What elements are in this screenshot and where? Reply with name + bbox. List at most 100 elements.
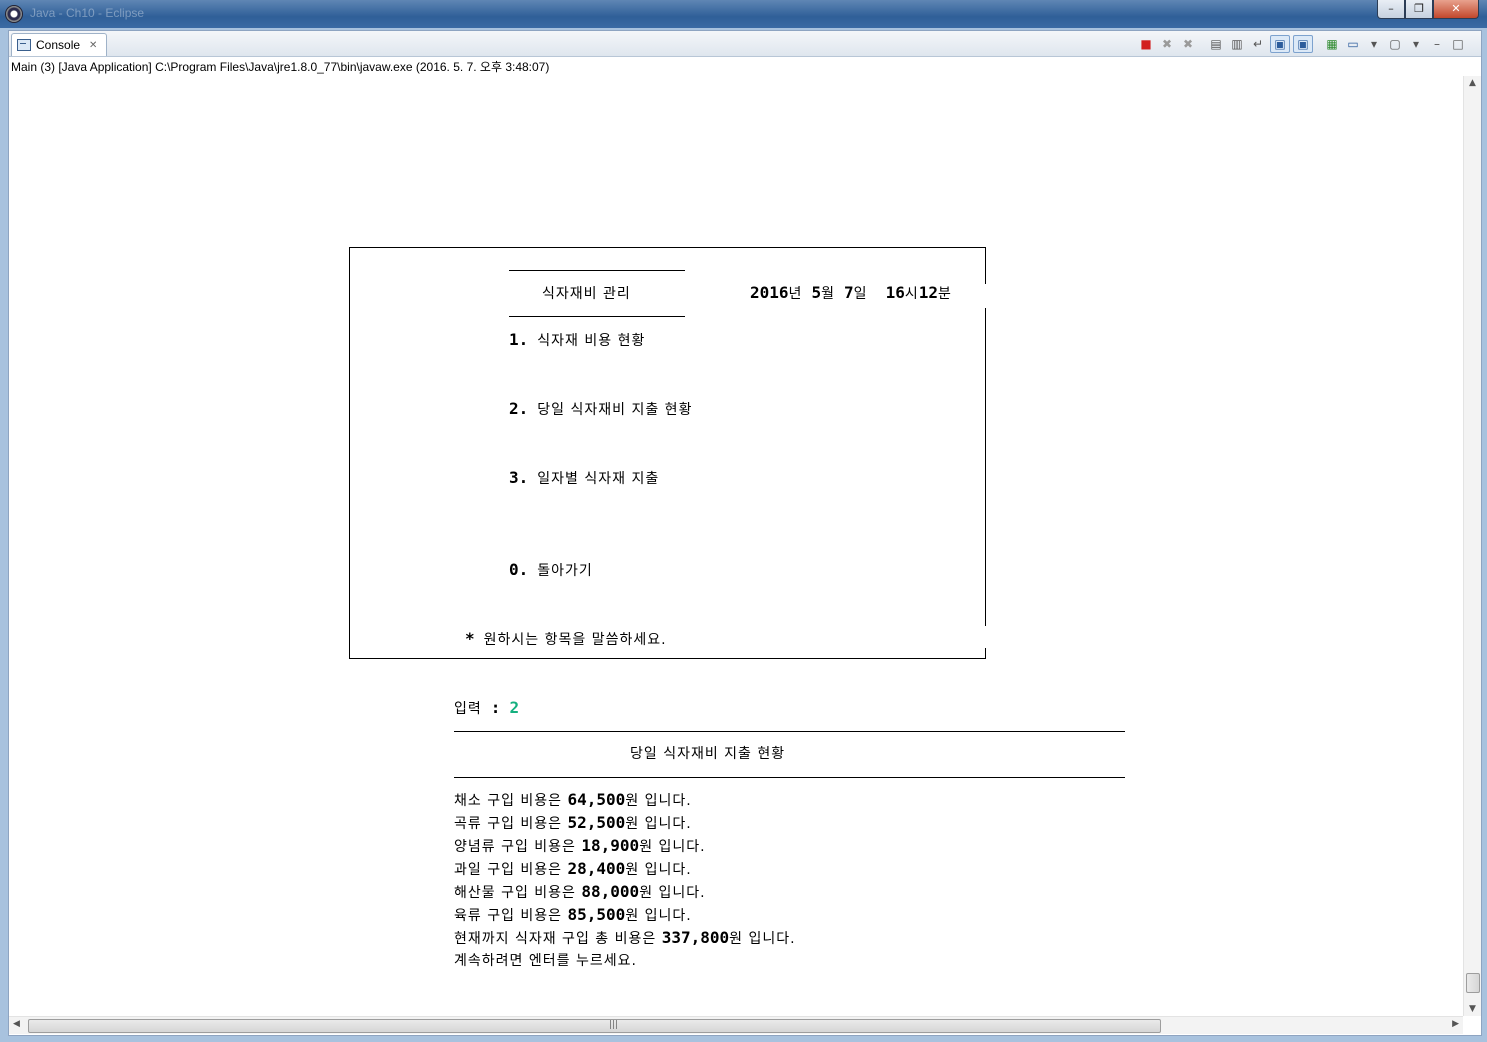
report-line-seasonings: 양념류 구입 비용은 18,900원 입니다.: [454, 836, 706, 857]
clear-console-button[interactable]: ▤: [1207, 36, 1225, 52]
current-datetime: 2016년 5월 7일 16시12분: [750, 283, 952, 304]
tab-console-label: Console: [36, 38, 81, 52]
scroll-down-arrow[interactable]: ▼: [1464, 1004, 1481, 1014]
line-suffix: 원 입니다.: [729, 931, 796, 947]
report-line-vegetables: 채소 구입 비용은 64,500원 입니다.: [454, 790, 692, 811]
view-maximize-button[interactable]: □: [1449, 36, 1467, 52]
scroll-up-arrow[interactable]: ▲: [1464, 78, 1481, 88]
window-title-bar: Java - Ch10 - Eclipse – ❐ ✕: [0, 0, 1487, 28]
report-line-meat: 육류 구입 비용은 85,500원 입니다.: [454, 905, 692, 926]
menu-item-1: 1. 식자재 비용 현황: [509, 330, 645, 351]
menu-item-label: 일자별 식자재 지출: [537, 471, 660, 487]
view-minimize-button[interactable]: –: [1428, 36, 1446, 52]
line-prefix: 곡류 구입 비용은: [454, 816, 568, 832]
date-month: 5: [811, 283, 822, 302]
menu-item-number: 2.: [509, 399, 529, 418]
vertical-scroll-thumb[interactable]: [1466, 973, 1480, 993]
minimize-button[interactable]: –: [1377, 0, 1405, 19]
eclipse-icon[interactable]: [6, 6, 22, 22]
line-amount: 85,500: [567, 905, 626, 924]
menu-title-top-rule: [509, 270, 685, 271]
line-suffix: 원 입니다.: [625, 908, 692, 924]
date-year-unit: 년: [788, 286, 803, 302]
date-day-unit: 일: [853, 286, 868, 302]
line-suffix: 원 입니다.: [625, 793, 692, 809]
menu-prompt: * 원하시는 항목을 말씀하세요.: [465, 629, 667, 650]
report-line-grains: 곡류 구입 비용은 52,500원 입니다.: [454, 813, 692, 834]
line-suffix: 원 입니다.: [625, 862, 692, 878]
menu-box: [349, 247, 987, 659]
input-value: 2: [509, 698, 520, 717]
date-month-unit: 월: [821, 286, 835, 302]
horizontal-scroll-thumb[interactable]: |||: [28, 1019, 1161, 1033]
restore-button[interactable]: ❐: [1405, 0, 1433, 19]
close-icon[interactable]: ✕: [89, 40, 97, 51]
time-minute-unit: 분: [938, 286, 952, 302]
scroll-lock-button[interactable]: ▥: [1228, 36, 1246, 52]
pin-console-button[interactable]: ▦: [1323, 36, 1341, 52]
menu-item-number: 0.: [509, 560, 529, 579]
prompt-star: *: [465, 629, 475, 648]
line-prefix: 채소 구입 비용은: [454, 793, 568, 809]
line-prefix: 해산물 구입 비용은: [454, 885, 582, 901]
view-tab-strip: Console ✕ ■ ✖ ✖ ▤ ▥ ↵ ▣ ▣ ▦ ▭ ▾ ▢ ▾ – □: [9, 31, 1481, 57]
prompt-text: 원하시는 항목을 말씀하세요.: [483, 632, 667, 648]
menu-item-label: 돌아가기: [537, 563, 593, 579]
line-amount: 52,500: [567, 813, 626, 832]
toolbar-separator: [1316, 36, 1320, 52]
line-amount: 18,900: [581, 836, 640, 855]
word-wrap-button[interactable]: ↵: [1249, 36, 1267, 52]
line-suffix: 원 입니다.: [625, 816, 692, 832]
input-label: 입력: [454, 701, 482, 717]
report-line-total: 현재까지 식자재 구입 총 비용은 337,800원 입니다.: [454, 928, 796, 949]
continue-prompt: 계속하려면 엔터를 누르세요.: [454, 953, 637, 969]
window-controls: – ❐ ✕: [1377, 0, 1479, 20]
date-year: 2016: [750, 283, 789, 302]
horizontal-scrollbar[interactable]: ◀ ||| ▶: [9, 1016, 1463, 1034]
remove-launch-button[interactable]: ✖: [1158, 36, 1176, 52]
remove-all-terminated-button[interactable]: ✖: [1179, 36, 1197, 52]
scroll-grip: |||: [609, 1020, 619, 1030]
show-on-stderr-button[interactable]: ▣: [1293, 35, 1313, 53]
menu-item-2: 2. 당일 식자재비 지출 현황: [509, 399, 692, 420]
show-on-stdout-button[interactable]: ▣: [1270, 35, 1290, 53]
menu-item-3: 3. 일자별 식자재 지출: [509, 468, 659, 489]
close-button[interactable]: ✕: [1433, 0, 1479, 19]
console-view: Console ✕ ■ ✖ ✖ ▤ ▥ ↵ ▣ ▣ ▦ ▭ ▾ ▢ ▾ – □ …: [8, 30, 1482, 1036]
console-output[interactable]: 식자재비 관리 2016년 5월 7일 16시12분 1. 식자재 비용 현황 …: [9, 76, 1463, 1016]
process-description: Main (3) [Java Application] C:\Program F…: [11, 60, 550, 74]
display-console-dropdown[interactable]: ▾: [1365, 36, 1383, 52]
line-prefix: 현재까지 식자재 구입 총 비용은: [454, 931, 662, 947]
input-colon: :: [490, 698, 501, 717]
report-line-seafood: 해산물 구입 비용은 88,000원 입니다.: [454, 882, 706, 903]
menu-item-number: 3.: [509, 468, 529, 487]
box-border-gap: [983, 626, 987, 648]
line-suffix: 원 입니다.: [639, 885, 706, 901]
line-prefix: 육류 구입 비용은: [454, 908, 568, 924]
input-line: 입력 : 2: [454, 698, 519, 719]
date-day: 7: [844, 283, 854, 302]
line-amount: 88,000: [581, 882, 640, 901]
console-toolbar: ■ ✖ ✖ ▤ ▥ ↵ ▣ ▣ ▦ ▭ ▾ ▢ ▾ – □: [1137, 35, 1467, 53]
vertical-scrollbar[interactable]: ▲ ▼: [1463, 76, 1481, 1016]
display-console-button[interactable]: ▭: [1344, 36, 1362, 52]
tab-console[interactable]: Console ✕: [11, 33, 107, 56]
toolbar-separator: [1200, 36, 1204, 52]
menu-item-label: 당일 식자재비 지출 현황: [537, 402, 693, 418]
open-console-dropdown[interactable]: ▾: [1407, 36, 1425, 52]
line-amount: 337,800: [661, 928, 730, 947]
line-suffix: 원 입니다.: [639, 839, 706, 855]
time-hour-unit: 시: [904, 286, 919, 302]
report-bottom-rule: [454, 777, 1125, 778]
line-amount: 64,500: [567, 790, 626, 809]
terminate-button[interactable]: ■: [1137, 36, 1155, 52]
menu-title-bottom-rule: [509, 316, 685, 317]
scroll-right-arrow[interactable]: ▶: [1452, 1019, 1459, 1029]
report-title: 당일 식자재비 지출 현황: [630, 746, 786, 762]
line-amount: 28,400: [567, 859, 626, 878]
scroll-left-arrow[interactable]: ◀: [13, 1019, 20, 1029]
open-console-button[interactable]: ▢: [1386, 36, 1404, 52]
menu-item-number: 1.: [509, 330, 529, 349]
window-title: Java - Ch10 - Eclipse: [30, 6, 145, 20]
console-icon: [17, 39, 31, 51]
